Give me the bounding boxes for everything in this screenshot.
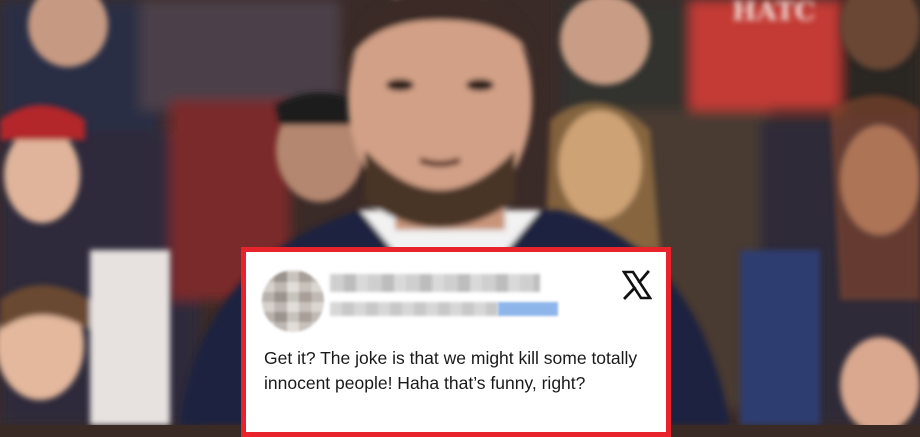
blurred-handle — [330, 302, 498, 316]
svg-text:HATC: HATC — [732, 0, 815, 27]
blurred-avatar — [262, 270, 324, 332]
x-logo-icon — [622, 270, 652, 300]
tweet-card: Get it? The joke is that we might kill s… — [241, 247, 671, 437]
blurred-display-name — [330, 274, 540, 292]
blurred-badge — [498, 302, 558, 316]
tweet-text: Get it? The joke is that we might kill s… — [264, 348, 638, 393]
